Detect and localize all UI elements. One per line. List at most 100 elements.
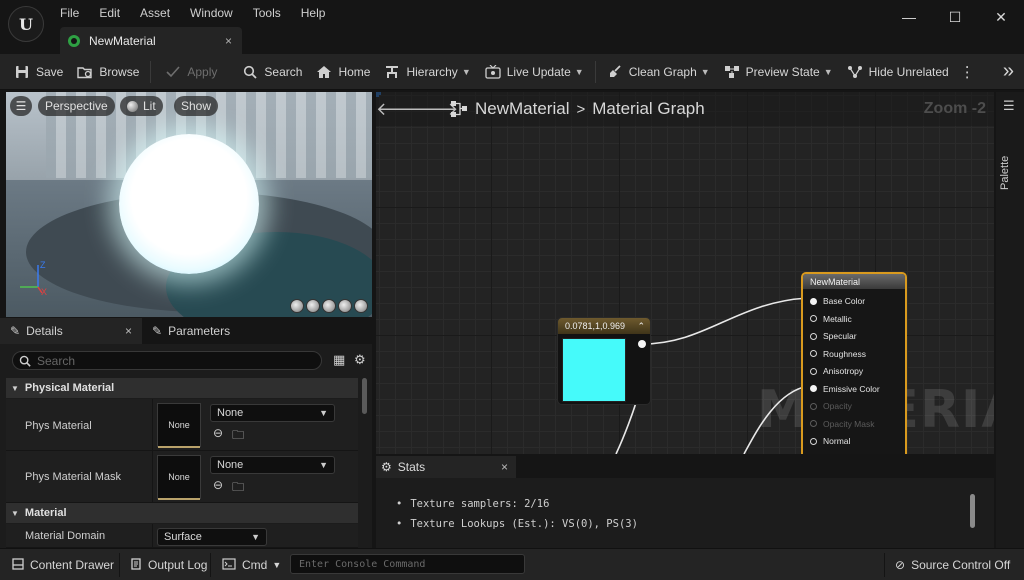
hierarchy-button[interactable]: Hierarchy ▼ — [377, 54, 477, 90]
material-input-pin[interactable]: Normal — [810, 435, 850, 447]
phys-material-mask-thumbnail[interactable]: None — [157, 455, 201, 500]
material-input-pin[interactable]: Metallic — [810, 313, 852, 325]
column-splitter[interactable] — [152, 524, 153, 547]
details-scrollbar[interactable] — [362, 378, 367, 414]
console-command-input[interactable] — [290, 554, 525, 574]
breadcrumb-graph[interactable]: Material Graph — [592, 99, 704, 119]
use-selected-icon[interactable]: ⊖ — [213, 478, 223, 499]
preview-sphere-icon[interactable] — [306, 299, 320, 313]
menu-asset[interactable]: Asset — [140, 5, 170, 21]
material-preview-viewport[interactable]: ☰ Perspective Lit Show Z X — [6, 92, 372, 317]
stats-scrollbar[interactable] — [970, 494, 975, 528]
pin-circle-icon[interactable] — [810, 367, 817, 375]
pin-circle-icon[interactable] — [810, 437, 817, 445]
tab-stats[interactable]: ⚙ Stats × — [376, 456, 516, 478]
document-tab-close-icon[interactable]: × — [225, 34, 232, 48]
column-splitter[interactable] — [152, 399, 153, 450]
column-splitter[interactable] — [152, 451, 153, 502]
toolbar-more-icon[interactable]: ⋮ — [956, 54, 979, 90]
hide-unrelated-button[interactable]: Hide Unrelated — [840, 54, 956, 90]
lit-button[interactable]: Lit — [120, 96, 163, 116]
live-update-button[interactable]: Live Update ▼ — [478, 54, 591, 90]
maximize-button[interactable]: ☐ — [932, 0, 978, 34]
details-tab-bar: ✎ Details × ✎ Parameters — [0, 318, 372, 344]
gear-icon[interactable]: ⚙ — [354, 352, 366, 368]
material-domain-combo[interactable]: Surface ▼ — [157, 528, 267, 546]
material-input-pin[interactable]: Emissive Color — [810, 383, 880, 395]
axis-gizmo: Z X — [20, 260, 47, 297]
viewport-menu-icon[interactable]: ☰ — [10, 96, 32, 116]
material-output-node[interactable]: NewMaterial Base Color Metallic Specular Ro… — [801, 272, 907, 454]
table-view-icon[interactable]: ▦ — [333, 352, 345, 368]
search-button[interactable]: Search — [224, 54, 309, 90]
toolbar-expand-icon[interactable]: » — [996, 54, 1024, 90]
preview-plane-icon[interactable] — [322, 299, 336, 313]
breadcrumb-separator: > — [576, 100, 586, 118]
pin-circle-icon[interactable] — [810, 420, 817, 427]
tab-details[interactable]: ✎ Details × — [0, 318, 142, 344]
unreal-logo[interactable]: U — [8, 6, 44, 42]
stats-close-icon[interactable]: × — [501, 460, 508, 474]
menu-tools[interactable]: Tools — [253, 5, 281, 21]
forward-arrow-icon[interactable]: 🡒 — [410, 99, 458, 120]
minimize-button[interactable]: — — [886, 0, 932, 34]
menu-file[interactable]: File — [60, 5, 79, 21]
menu-window[interactable]: Window — [190, 5, 233, 21]
phys-material-thumbnail[interactable]: None — [157, 403, 201, 448]
pin-label: Emissive Color — [823, 383, 880, 394]
back-arrow-icon[interactable]: 🡐 — [376, 99, 424, 120]
save-button[interactable]: Save — [0, 54, 70, 90]
use-selected-icon[interactable]: ⊖ — [213, 426, 223, 447]
preview-sphere — [119, 134, 259, 274]
preview-state-button[interactable]: Preview State ▼ — [717, 54, 840, 90]
content-drawer-button[interactable]: Content Drawer — [12, 555, 114, 575]
clean-graph-button[interactable]: Clean Graph ▼ — [600, 54, 717, 90]
menu-help[interactable]: Help — [301, 5, 326, 21]
phys-material-combo[interactable]: None ▼ — [210, 404, 335, 422]
material-graph-canvas[interactable]: MATERIAL 🡐 🡒 NewMaterial > Material Grap… — [376, 92, 994, 454]
pin-circle-icon[interactable] — [810, 297, 817, 305]
material-input-pin[interactable]: Anisotropy — [810, 365, 863, 377]
pin-circle-icon[interactable] — [810, 350, 817, 357]
tab-details-close-icon[interactable]: × — [125, 324, 132, 338]
material-input-pin[interactable]: Opacity Mask — [810, 418, 875, 430]
output-pin[interactable] — [638, 340, 646, 348]
material-input-pin[interactable]: Specular — [810, 330, 857, 342]
chevron-down-icon: ▼ — [461, 66, 471, 77]
output-log-button[interactable]: Output Log — [130, 555, 207, 575]
pin-circle-icon[interactable] — [810, 402, 817, 410]
browse-button[interactable]: Browse — [70, 54, 146, 90]
phys-material-mask-combo[interactable]: None ▼ — [210, 456, 335, 474]
preview-cube-icon[interactable] — [338, 299, 352, 313]
material-input-pin[interactable]: Base Color — [810, 295, 865, 307]
list-icon[interactable]: ☰ — [1003, 98, 1015, 114]
browse-asset-icon[interactable]: 🗀 — [232, 426, 244, 447]
preview-teapot-icon[interactable] — [354, 299, 368, 313]
home-button[interactable]: Home — [309, 54, 377, 90]
browse-asset-icon[interactable]: 🗀 — [232, 478, 244, 499]
tab-parameters[interactable]: ✎ Parameters — [142, 318, 240, 344]
pin-circle-icon[interactable] — [810, 332, 817, 340]
category-physical-material[interactable]: ▼ Physical Material — [6, 378, 358, 398]
collapse-chevron-icon[interactable]: ⌃ — [637, 321, 645, 332]
close-window-button[interactable]: ✕ — [978, 0, 1024, 34]
pin-circle-icon[interactable] — [810, 315, 817, 322]
details-search-input[interactable] — [37, 353, 297, 368]
breadcrumb-asset[interactable]: NewMaterial — [475, 99, 569, 119]
details-search-box[interactable] — [12, 351, 322, 370]
category-material[interactable]: ▼ Material — [6, 503, 358, 523]
document-tab[interactable]: NewMaterial × — [60, 27, 242, 54]
pin-circle-icon[interactable] — [810, 385, 817, 392]
perspective-button[interactable]: Perspective — [38, 96, 115, 116]
cmd-dropdown[interactable]: Cmd ▼ — [222, 555, 281, 575]
apply-button[interactable]: Apply — [155, 54, 224, 90]
preview-cylinder-icon[interactable] — [290, 299, 304, 313]
menu-edit[interactable]: Edit — [99, 5, 120, 21]
material-input-pin[interactable]: Roughness — [810, 348, 866, 360]
palette-tab[interactable]: Palette — [999, 130, 1011, 190]
color-swatch[interactable] — [562, 338, 626, 402]
material-input-pin[interactable]: Opacity — [810, 400, 852, 412]
source-control-button[interactable]: ⊘ Source Control Off — [895, 555, 1010, 575]
show-button[interactable]: Show — [174, 96, 219, 116]
constant3vector-node[interactable]: 0.0781,1,0.969 ⌃ — [558, 318, 650, 404]
